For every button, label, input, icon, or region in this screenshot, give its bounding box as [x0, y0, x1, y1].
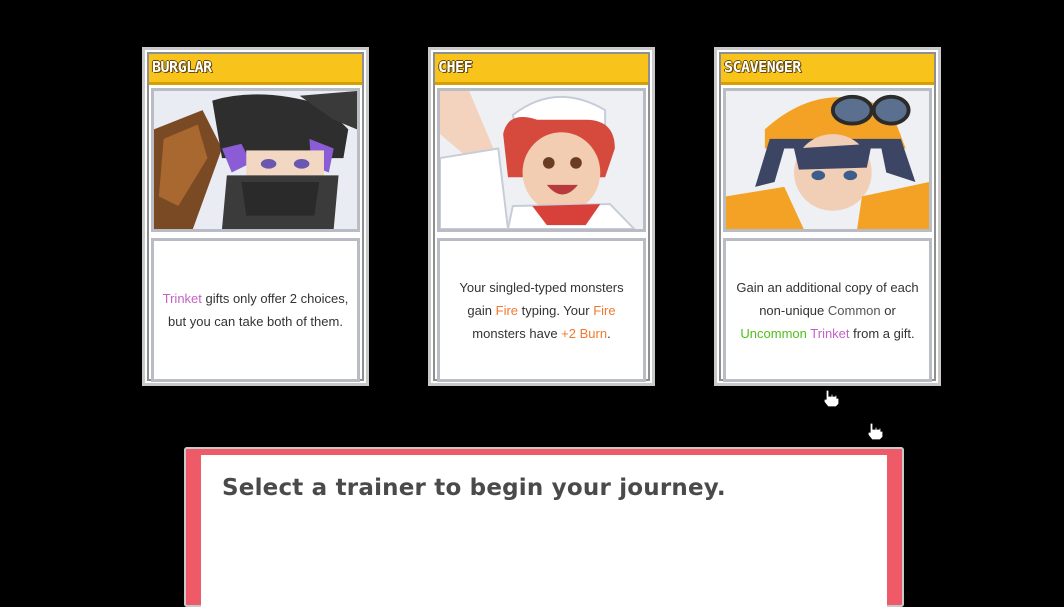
card-title: SCAVENGER: [721, 54, 934, 85]
card-title: CHEF: [435, 54, 648, 85]
description-text: typing. Your: [518, 302, 594, 318]
hand-cursor-icon: [867, 422, 884, 441]
card-description: Your singled-typed monsters gain Fire ty…: [437, 238, 646, 382]
message-dialog-panel: Select a trainer to begin your journey.: [201, 455, 887, 607]
message-dialog: Select a trainer to begin your journey.: [184, 447, 904, 607]
keyword-trinket: Trinket: [162, 291, 202, 306]
description-text: .: [607, 325, 611, 341]
description-text: or: [880, 302, 896, 318]
card-description: Trinket gifts only offer 2 choices, but …: [151, 238, 360, 382]
keyword-fire: Fire: [495, 302, 519, 318]
description-text: monsters have: [472, 325, 562, 341]
card-title: BURGLAR: [149, 54, 362, 85]
keyword-common: Common: [827, 302, 881, 318]
trainer-card-burglar[interactable]: BURGLAR Trinket gifts only offer 2 choic…: [142, 47, 369, 386]
dialog-message: Select a trainer to begin your journey.: [222, 475, 726, 501]
goggles-trainer-portrait: [723, 88, 932, 232]
keyword-uncommon: Uncommon: [740, 325, 807, 341]
trainer-card-chef[interactable]: CHEF Your singled-typed monsters gain Fi…: [428, 47, 655, 386]
keyword-fire: +2 Burn: [561, 325, 608, 341]
keyword-fire: Fire: [593, 302, 616, 318]
keyword-trinket: Trinket: [810, 325, 850, 341]
hand-cursor-icon: [823, 389, 840, 408]
ninja-trainer-portrait: [151, 88, 360, 232]
chef-trainer-portrait: [437, 88, 646, 232]
card-description: Gain an additional copy of each non-uniq…: [723, 238, 932, 382]
description-text: from a gift.: [849, 325, 915, 341]
trainer-card-scavenger[interactable]: SCAVENGER Gain an additional copy of eac…: [714, 47, 941, 386]
